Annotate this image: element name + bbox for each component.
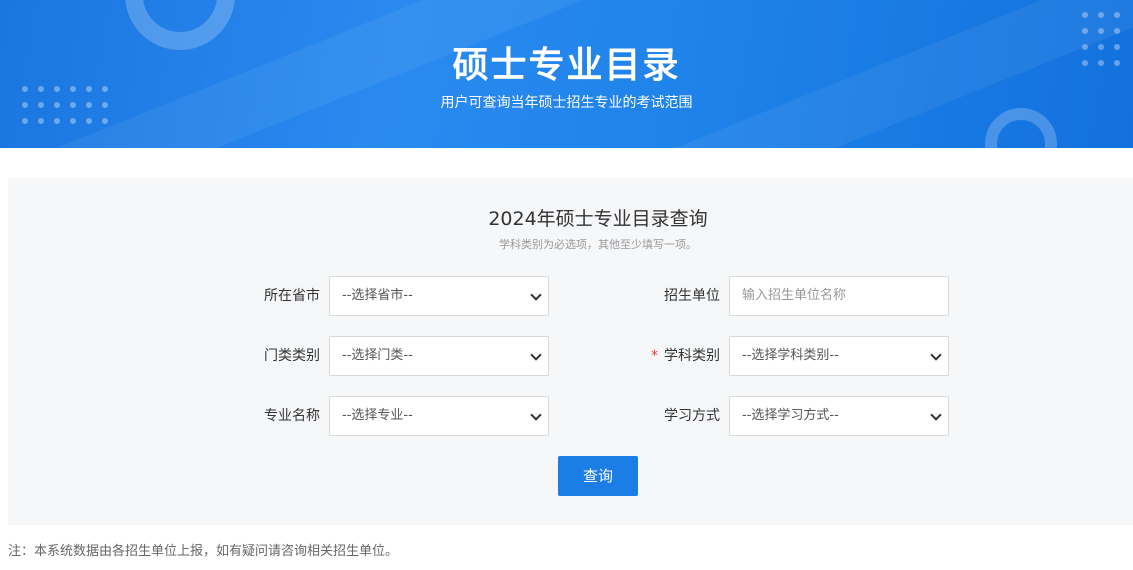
province-select-value: --选择省市-- <box>342 288 413 303</box>
category-label: 门类类别 <box>264 348 320 364</box>
form-hint: 学科类别为必选项，其他至少填写一项。 <box>499 238 697 251</box>
province-select[interactable]: --选择省市-- <box>329 276 549 316</box>
study-mode-select-value: --选择学习方式-- <box>742 408 839 423</box>
page-subtitle: 用户可查询当年硕士招生专业的考试范围 <box>440 95 693 111</box>
form-title: 2024年硕士专业目录查询 <box>488 208 708 230</box>
category-select[interactable]: --选择门类-- <box>329 336 549 376</box>
major-label: 专业名称 <box>264 408 320 424</box>
major-select-value: --选择专业-- <box>342 408 413 423</box>
footnote: 注：本系统数据由各招生单位上报，如有疑问请咨询相关招生单位。 <box>8 544 399 559</box>
required-mark: * <box>651 348 658 364</box>
major-select[interactable]: --选择专业-- <box>329 396 549 436</box>
province-label: 所在省市 <box>264 288 320 304</box>
discipline-label-text: 学科类别 <box>664 348 720 364</box>
discipline-label: * 学科类别 <box>640 336 720 376</box>
discipline-select-value: --选择学科类别-- <box>742 348 839 363</box>
category-select-value: --选择门类-- <box>342 348 413 363</box>
unit-input-placeholder: 输入招生单位名称 <box>742 288 847 303</box>
unit-label: 招生单位 <box>664 288 720 304</box>
page-title: 硕士专业目录 <box>452 45 681 86</box>
page-banner: 硕士专业目录 用户可查询当年硕士招生专业的考试范围 <box>0 0 1133 148</box>
study-mode-select[interactable]: --选择学习方式-- <box>729 396 949 436</box>
unit-input[interactable]: 输入招生单位名称 <box>729 276 949 316</box>
discipline-select[interactable]: --选择学科类别-- <box>729 336 949 376</box>
study-mode-label: 学习方式 <box>664 408 720 424</box>
query-form-panel: 2024年硕士专业目录查询 学科类别为必选项，其他至少填写一项。 所在省市 --… <box>8 178 1133 525</box>
query-button[interactable]: 查询 <box>558 456 638 496</box>
banner-ring-decoration <box>985 108 1057 148</box>
